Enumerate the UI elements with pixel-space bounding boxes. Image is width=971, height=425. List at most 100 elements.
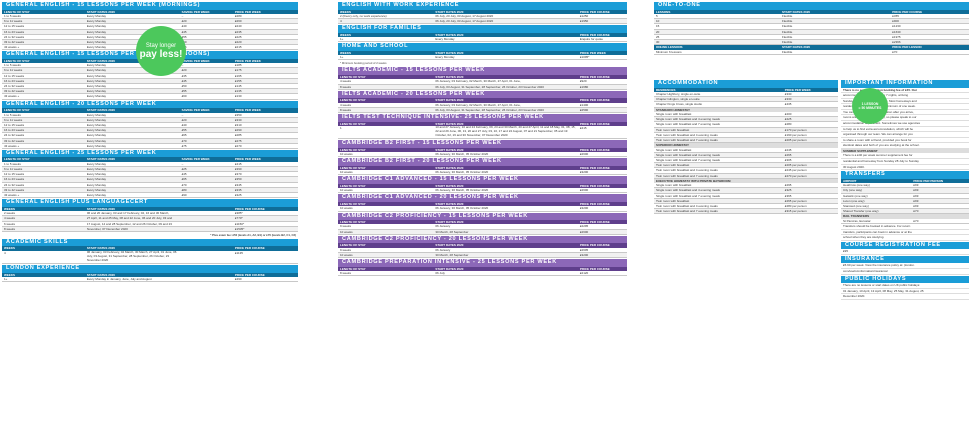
table-cell: £275 xyxy=(234,138,242,143)
table-cell: 30 March, 28 September xyxy=(435,229,469,234)
table-cell: £170 per person xyxy=(784,127,807,132)
table-cell: £390 xyxy=(234,167,242,172)
price-table: CAMBRIDGE B2 FIRST - 20 LESSONS PER WEEK… xyxy=(338,158,627,176)
table-cell: 06 January, 30 March, 05 October 2020 xyxy=(435,188,489,193)
table-cell: Every Monday xyxy=(86,78,107,83)
table-cell: Every Monday xyxy=(86,117,107,122)
stay-longer-badge: Stay longer pay less! xyxy=(136,26,186,76)
table-cell: £2590 xyxy=(579,107,589,112)
table-cell: 06 January, 30 March, 05 October 2020 xyxy=(435,152,489,157)
section-title: CAMBRIDGE C2 PROFICIENCY - 20 LESSONS PE… xyxy=(338,235,627,244)
table-row: 4 06 January, 03 February, 02 March, 30 M… xyxy=(2,250,298,265)
table-cell: £330 xyxy=(234,117,242,122)
table-cell: 16 to 23 weeks xyxy=(4,29,25,34)
table-cell: £225 xyxy=(784,117,792,122)
table-cell: £3200 xyxy=(579,252,589,257)
info-line: com/useful-information/insurance/ xyxy=(841,269,969,275)
transfers-table: TRANSFERS AIRPORT PRICE PER PERSON Heathrow… xyxy=(841,171,969,241)
table-row: 1+ Every Monday in January, June, July an… xyxy=(2,277,298,283)
table-cell: £60 xyxy=(180,40,233,44)
table-cell: £2600 xyxy=(579,152,589,157)
table-cell: £205 per person xyxy=(784,137,807,142)
table-cell: £385* xyxy=(234,211,243,216)
table-cell: £325 xyxy=(784,188,792,193)
table-cell: Shared Transfer (one way) xyxy=(843,209,879,214)
table-cell: 06 January xyxy=(435,224,451,229)
price-table: IELTS ACADEMIC - 20 LESSONS PER WEEK LENG… xyxy=(338,90,627,114)
table-cell: Twin room with breakfast xyxy=(656,163,690,168)
table-cell: £1950 xyxy=(579,19,589,24)
section-title: CAMBRIDGE C1 ADVANCED - 20 LESSONS PER W… xyxy=(338,194,627,202)
table-cell: £2600 xyxy=(579,188,589,193)
table-cell: 6 to 11 weeks xyxy=(4,117,23,122)
table-cell: £1400 xyxy=(579,102,589,107)
table-cell: £145 xyxy=(234,84,242,89)
table-cell: 06 January, 03 February, 02 March, 30 Ma… xyxy=(86,250,177,262)
table-cell: 06 January, 03 February, 02 March, 30 Ma… xyxy=(435,79,521,84)
table-cell: 10 weeks xyxy=(340,170,353,175)
table-cell xyxy=(180,277,233,281)
table-cell: Every Monday xyxy=(86,187,107,192)
table-cell: £185 xyxy=(234,63,242,68)
table-cell: Twin room with breakfast xyxy=(656,198,690,203)
table-cell: Enquire for quote xyxy=(579,37,603,42)
table-cell: 30 March, 28 September xyxy=(435,252,469,257)
table-cell: Gatwick (one way) xyxy=(843,193,868,198)
table-cell: £215 xyxy=(234,45,242,50)
table-cell: Every Monday xyxy=(86,161,107,166)
pay-less-text: pay less! xyxy=(139,48,183,60)
table-cell: £1135 xyxy=(234,250,243,255)
table-cell: £245 xyxy=(784,147,792,152)
table-cell: 24 to 32 weeks xyxy=(4,182,25,187)
column-one-to-one: ONE-TO-ONE LESSONS START DATES 2020 PRICE P… xyxy=(654,2,969,56)
table-cell: Heathrow (one way) xyxy=(843,183,870,188)
table-cell: 06 January, 03 February, 02 March, 30 Ma… xyxy=(435,102,521,107)
section-title: GENERAL ENGLISH - 25 LESSONS PER WEEK xyxy=(2,149,298,158)
section-title: IMPORTANT INFORMATION xyxy=(841,80,969,88)
price-table: GENERAL ENGLISH PLUS LANGUAGECERT WEEKS ST… xyxy=(2,199,298,238)
table-row: 10 weeks 06 January, 30 March, 05 October… xyxy=(338,206,627,212)
table-cell: Every Monday xyxy=(86,112,107,117)
table-cell: – xyxy=(181,63,184,68)
table-cell: £70 xyxy=(913,218,919,223)
table-cell: £325 xyxy=(234,193,242,198)
table-cell: 4 xyxy=(4,250,6,255)
table-cell: 06 July xyxy=(435,271,445,275)
table-cell: Single room with breakfast and 7 evening… xyxy=(656,193,720,198)
table-cell: 06 July, 20 July, 03 August, 17 August 2… xyxy=(435,19,494,24)
table-cell: Twin room with breakfast and 7 evening m… xyxy=(656,209,718,214)
table-cell: £65 xyxy=(181,133,187,138)
table-cell: 9 weeks xyxy=(340,224,352,229)
table-row: 43 weeks + Every Monday £60 £130 xyxy=(2,94,298,100)
table-cell: £1230 xyxy=(892,24,901,29)
table-cell: 15 xyxy=(656,24,660,29)
section-title: LONDON EXPERIENCE xyxy=(2,265,298,273)
lesson-minutes-text: = 50 MINUTES xyxy=(858,106,882,110)
table-cell: £330 xyxy=(784,97,792,102)
section-title: ACCOMMODATION xyxy=(654,80,838,88)
table-row: 8 weeks 06 July £2120 xyxy=(338,271,627,277)
table-cell: £265 xyxy=(784,152,792,157)
table-cell: Every Monday xyxy=(86,128,107,133)
table-cell: £240 xyxy=(234,24,242,29)
section-title: COURSE REGISTRATION FEE xyxy=(841,241,969,250)
lesson-duration-badge: 1 LESSON = 50 MINUTES xyxy=(852,88,888,124)
table-cell: 12 to 15 weeks xyxy=(4,172,25,177)
table-cell: Every Monday xyxy=(435,37,455,42)
table-cell: £99 xyxy=(913,183,919,188)
table-cell: 16 to 23 weeks xyxy=(4,78,25,83)
table-cell: Single room with breakfast and 7 evening… xyxy=(656,157,720,162)
table-cell: Every Monday xyxy=(86,172,107,177)
table-cell: 1 to 5 weeks xyxy=(4,13,21,18)
table-cell: £1630 xyxy=(892,29,901,34)
table-cell: 1 to 5 weeks xyxy=(4,63,21,68)
table-cell: 8 weeks xyxy=(4,226,16,231)
price-table: LONDON EXPERIENCE WEEKS START DATES 2020 PR… xyxy=(2,265,298,283)
table-cell: £200 xyxy=(784,111,792,116)
table-cell: £235 xyxy=(234,29,242,34)
table-cell: Single room with breakfast xyxy=(656,147,692,152)
table-cell: Flexible xyxy=(782,39,793,44)
table-cell: £45 xyxy=(181,78,187,83)
table-cell: £350 xyxy=(234,112,242,117)
table-cell: £1680 xyxy=(579,84,589,89)
